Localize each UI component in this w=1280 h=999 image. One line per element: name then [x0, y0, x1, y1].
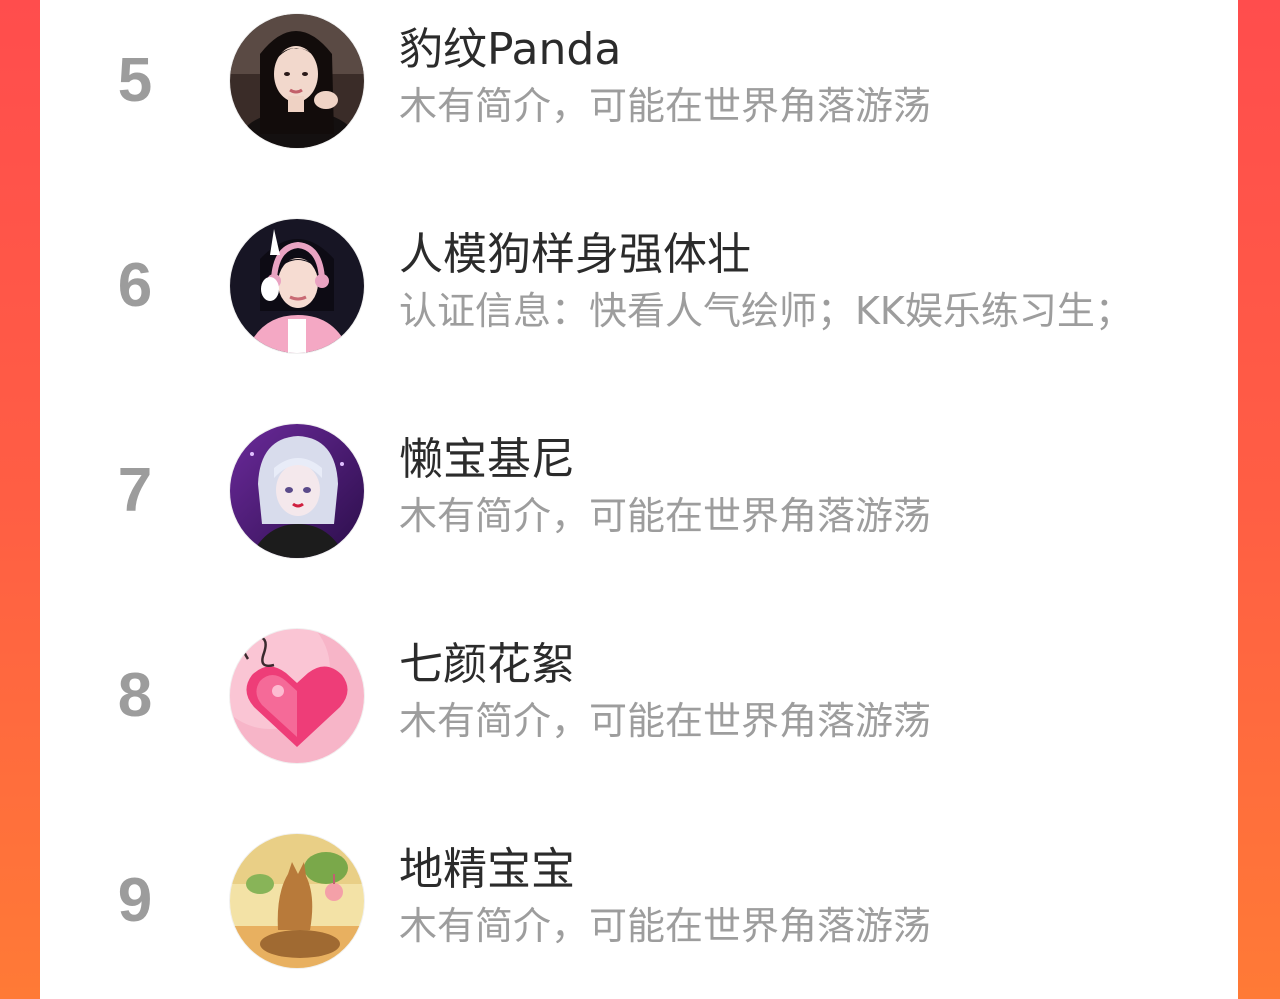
ranking-row[interactable]: 6 人模狗样身强体壮 认证信息：快看人气绘师；KK娱乐练习生； — [40, 207, 1238, 367]
rank-number: 7 — [117, 456, 153, 525]
rank-number: 6 — [117, 251, 153, 320]
girl-headphones-avatar[interactable] — [230, 219, 364, 353]
user-description: 木有简介，可能在世界角落游荡 — [399, 494, 932, 538]
ranking-row[interactable]: 9 地精宝宝 木有简介，可能在世界角落游荡 — [40, 822, 1238, 982]
ranking-row[interactable]: 5 豹纹Panda 木有简介，可能在世界角落游荡 — [40, 2, 1238, 162]
cat-illustration-avatar[interactable] — [230, 834, 364, 968]
rank-number: 5 — [117, 46, 153, 115]
user-name[interactable]: 懒宝基尼 — [399, 434, 575, 486]
user-name[interactable]: 豹纹Panda — [399, 24, 621, 76]
ranking-panel: 5 豹纹Panda 木有简介，可能在世界角落游荡 6 人模狗样身强体壮 认证信息… — [40, 0, 1238, 999]
user-name[interactable]: 人模狗样身强体壮 — [399, 229, 751, 281]
woman-portrait-avatar[interactable] — [230, 14, 364, 148]
pink-heart-avatar[interactable] — [230, 629, 364, 763]
user-description: 木有简介，可能在世界角落游荡 — [399, 904, 932, 948]
user-description: 木有简介，可能在世界角落游荡 — [399, 699, 932, 743]
user-name[interactable]: 七颜花絮 — [399, 639, 575, 691]
ranking-row[interactable]: 7 懒宝基尼 木有简介，可能在世界角落游荡 — [40, 412, 1238, 572]
ranking-row[interactable]: 8 七颜花絮 木有简介，可能在世界角落游荡 — [40, 617, 1238, 777]
user-description: 木有简介，可能在世界角落游荡 — [399, 84, 932, 128]
rank-number: 8 — [117, 661, 153, 730]
user-description: 认证信息：快看人气绘师；KK娱乐练习生； — [399, 289, 1133, 333]
user-name[interactable]: 地精宝宝 — [399, 844, 575, 896]
rank-number: 9 — [117, 866, 153, 935]
silver-hair-illustration-avatar[interactable] — [230, 424, 364, 558]
